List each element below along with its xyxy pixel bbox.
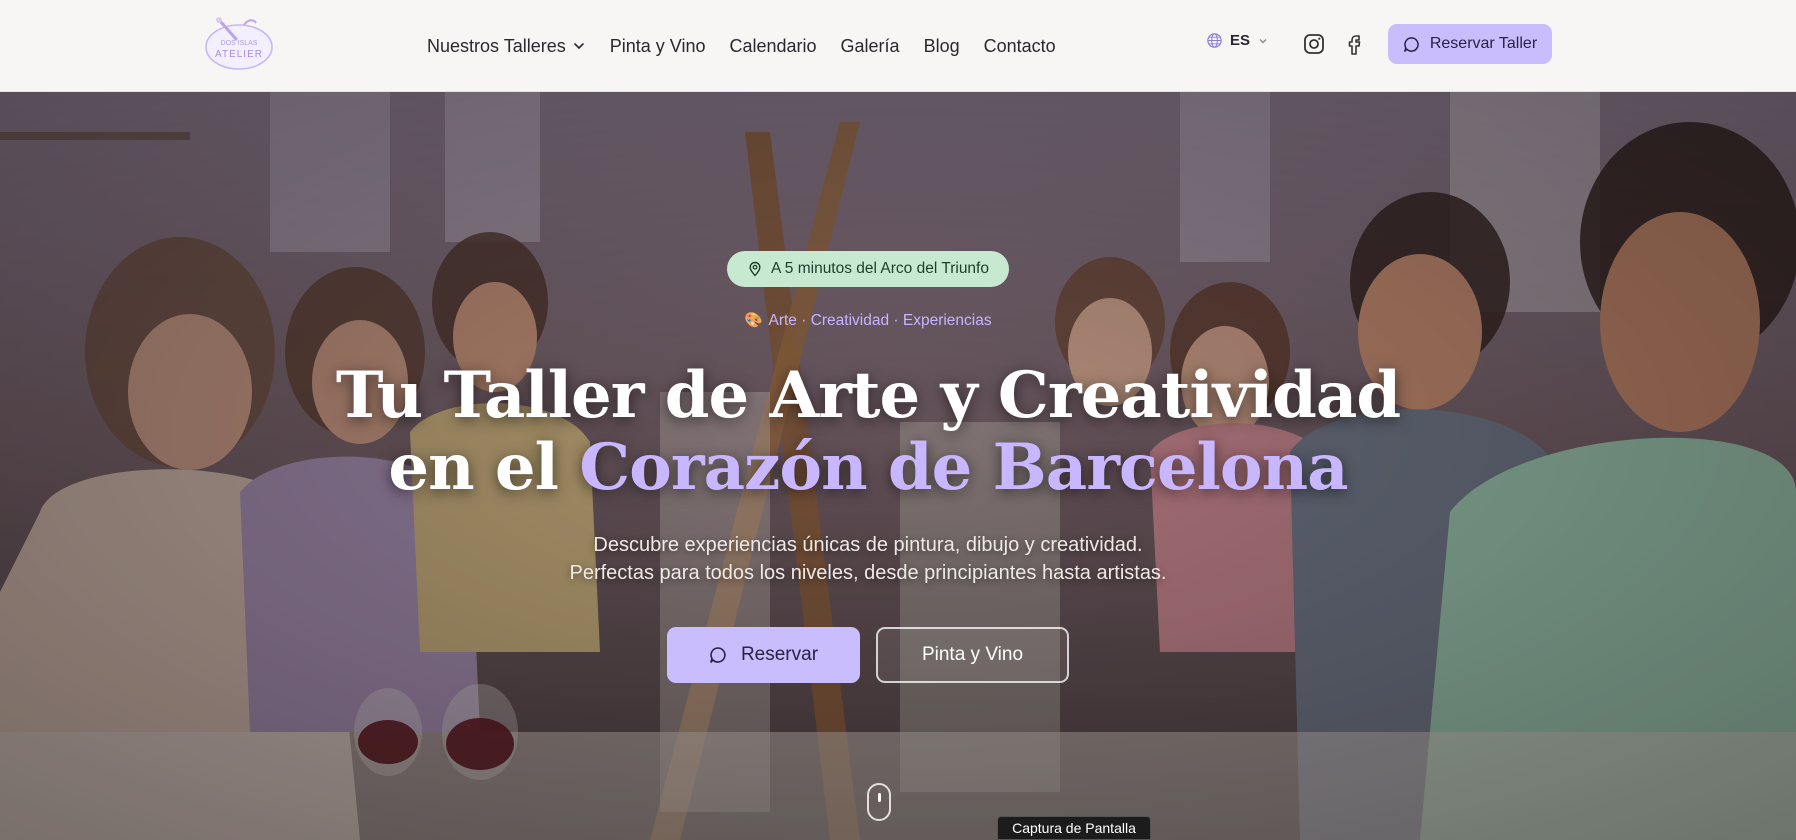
svg-text:ATELIER: ATELIER (215, 49, 263, 60)
paint-and-wine-button-label: Pinta y Vino (921, 644, 1024, 665)
nav-item-label: Blog (923, 35, 960, 56)
tooltip-text: Captura de Pantalla (1012, 820, 1136, 836)
hero-title-accent: Corazón de Barcelona (579, 430, 1348, 505)
hero-tagline-text: Arte · Creatividad · Experiencias (768, 312, 992, 329)
site-header: DOS ISLAS ATELIER Nuestros Talleres Pint… (0, 0, 1796, 92)
palette-icon: 🎨 (744, 312, 764, 329)
hero-section: A 5 minutos del Arco del Triunfo 🎨 Arte … (0, 92, 1796, 840)
chevron-down-icon (573, 43, 584, 50)
hero-title-line2-prefix: en el (388, 430, 580, 505)
message-circle-icon (1403, 36, 1419, 52)
svg-text:DOS ISLAS: DOS ISLAS (221, 40, 258, 47)
nav-item-label: Calendario (729, 35, 817, 56)
message-circle-icon (710, 647, 726, 663)
location-badge: A 5 minutos del Arco del Triunfo (727, 251, 1009, 287)
language-label: ES (1230, 32, 1251, 49)
globe-icon (1207, 33, 1222, 48)
scroll-down-indicator[interactable] (867, 783, 891, 821)
language-selector[interactable]: ES (1206, 32, 1269, 49)
chevron-down-icon (1259, 38, 1267, 43)
hero-subtitle-line2: Perfectas para todos los niveles, desde … (569, 562, 1167, 584)
hero-subtitle-line1: Descubre experiencias únicas de pintura,… (593, 534, 1143, 556)
reserve-button-label: Reservar (740, 644, 819, 665)
nav-item-pinta-y-vino[interactable]: Pinta y Vino (610, 36, 706, 57)
book-workshop-button[interactable]: Reservar Taller (1388, 24, 1552, 64)
hero-title: Tu Taller de Arte y Creatividad en el Co… (0, 360, 1736, 504)
nav-item-label: Galería (840, 35, 900, 56)
location-badge-text: A 5 minutos del Arco del Triunfo (771, 260, 989, 277)
hero-title-line1: Tu Taller de Arte y Creatividad (335, 358, 1401, 433)
reserve-button[interactable]: Reservar (667, 627, 860, 683)
atelier-logo[interactable]: DOS ISLAS ATELIER (202, 11, 276, 73)
map-pin-icon (749, 261, 761, 277)
nav-item-label: Pinta y Vino (609, 35, 706, 56)
screenshot-tooltip: Captura de Pantalla (997, 816, 1151, 840)
nav-item-galeria[interactable]: Galería (841, 36, 900, 57)
paint-and-wine-button[interactable]: Pinta y Vino (876, 627, 1069, 683)
main-nav: Nuestros Talleres Pinta y Vino Calendari… (427, 0, 1056, 92)
nav-item-calendario[interactable]: Calendario (729, 36, 816, 57)
instagram-icon[interactable] (1302, 32, 1326, 56)
facebook-icon[interactable] (1342, 32, 1366, 56)
hero-tagline: 🎨 Arte · Creatividad · Experiencias (0, 311, 1736, 330)
nav-item-label: Nuestros Talleres (427, 35, 566, 56)
nav-item-nuestros-talleres[interactable]: Nuestros Talleres (427, 36, 586, 57)
nav-item-label: Contacto (983, 35, 1056, 56)
hero-subtitle: Descubre experiencias únicas de pintura,… (0, 531, 1736, 587)
book-workshop-label: Reservar Taller (1429, 35, 1538, 52)
nav-item-blog[interactable]: Blog (924, 36, 960, 57)
nav-item-contacto[interactable]: Contacto (984, 36, 1056, 57)
